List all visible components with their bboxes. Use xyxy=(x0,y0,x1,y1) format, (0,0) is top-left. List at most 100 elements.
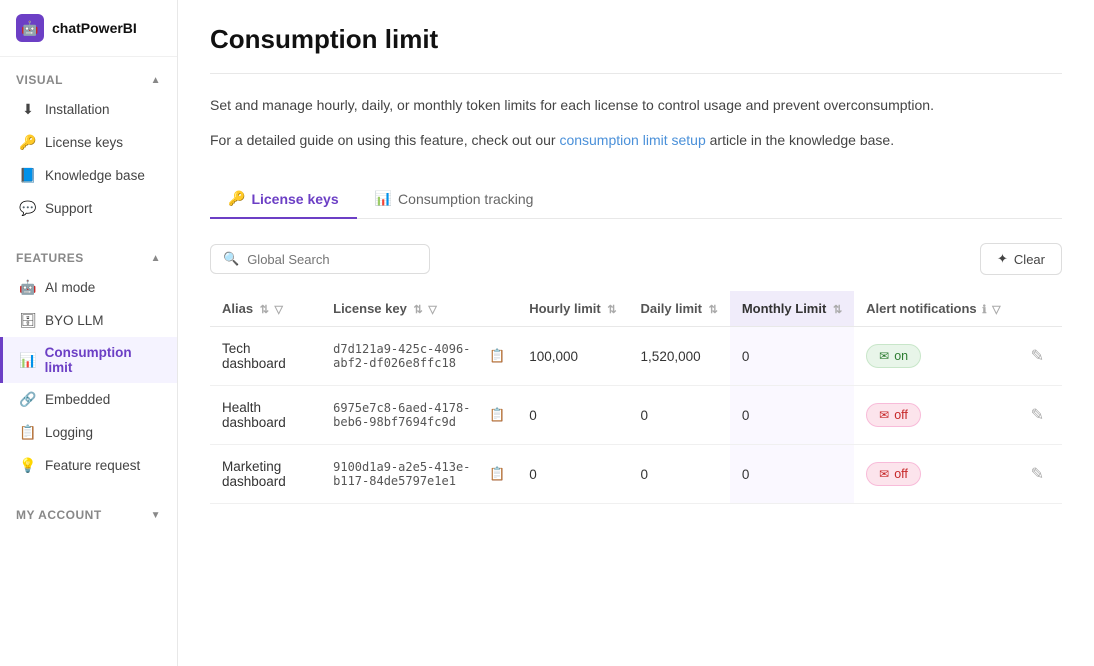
alias-cell: Health dashboard xyxy=(210,386,321,445)
my-account-section-label: My account xyxy=(16,508,102,522)
knowledge-base-link[interactable]: consumption limit setup xyxy=(559,132,705,148)
alert-badge-off[interactable]: ✉ off xyxy=(866,403,921,427)
actions-cell: ✎ xyxy=(1013,327,1062,386)
my-account-section: My account ▼ xyxy=(0,492,177,538)
visual-section-label: Visual xyxy=(16,73,63,87)
license-key-sort-icon[interactable]: ⇅ xyxy=(413,304,422,316)
sidebar-item-label: Support xyxy=(45,201,92,216)
alert-status-label: off xyxy=(894,467,908,481)
actions-column-header xyxy=(1013,291,1062,327)
features-section: Features ▲ 🤖 AI mode 🗄 BYO LLM 📊 Consump… xyxy=(0,235,177,492)
copy-icon[interactable]: 📋 xyxy=(489,467,505,482)
monthly-limit-column-header: Monthly Limit ⇅ xyxy=(730,291,854,327)
features-section-label: Features xyxy=(16,251,84,265)
table-row: Health dashboard 6975e7c8-6aed-4178-beb6… xyxy=(210,386,1062,445)
sidebar-item-embedded[interactable]: 🔗 Embedded xyxy=(0,383,177,416)
email-icon: ✉ xyxy=(879,349,889,363)
alias-filter-icon[interactable]: ▽ xyxy=(275,304,283,316)
clear-label: Clear xyxy=(1014,252,1045,267)
app-name: chatPowerBI xyxy=(52,20,137,36)
byo-llm-icon: 🗄 xyxy=(19,312,37,329)
sidebar-item-label: Installation xyxy=(45,102,110,117)
actions-cell: ✎ xyxy=(1013,445,1062,504)
sidebar-item-byo-llm[interactable]: 🗄 BYO LLM xyxy=(0,304,177,337)
sidebar: 🤖 chatPowerBI Visual ▲ ⬇ Installation 🔑 … xyxy=(0,0,178,666)
license-key-value: d7d121a9-425c-4096-abf2-df026e8ffc18 xyxy=(333,342,484,370)
license-key-value: 6975e7c8-6aed-4178-beb6-98bf7694fc9d xyxy=(333,401,484,429)
tab-license-keys-label: License keys xyxy=(251,191,338,207)
daily-limit-column-header: Daily limit ⇅ xyxy=(629,291,730,327)
alert-notifications-column-label: Alert notifications xyxy=(866,301,977,316)
logging-icon: 📋 xyxy=(19,424,37,441)
copy-icon[interactable]: 📋 xyxy=(489,408,505,423)
sidebar-item-label: Consumption limit xyxy=(45,345,161,375)
clear-button[interactable]: ✦ Clear xyxy=(980,243,1062,275)
email-icon: ✉ xyxy=(879,408,889,422)
knowledge-base-icon: 📘 xyxy=(19,167,37,184)
sidebar-item-label: License keys xyxy=(45,135,123,150)
sidebar-item-consumption-limit[interactable]: 📊 Consumption limit xyxy=(0,337,177,383)
alert-badge-on[interactable]: ✉ on xyxy=(866,344,921,368)
copy-icon[interactable]: 📋 xyxy=(489,349,505,364)
sidebar-item-support[interactable]: 💬 Support xyxy=(0,192,177,225)
sidebar-item-label: AI mode xyxy=(45,280,95,295)
daily-limit-sort-icon[interactable]: ⇅ xyxy=(709,304,718,316)
alias-column-header: Alias ⇅ ▽ xyxy=(210,291,321,327)
alert-badge-off[interactable]: ✉ off xyxy=(866,462,921,486)
features-section-header[interactable]: Features ▲ xyxy=(0,245,177,271)
sidebar-item-ai-mode[interactable]: 🤖 AI mode xyxy=(0,271,177,304)
license-key-column-header: License key ⇅ ▽ xyxy=(321,291,517,327)
alias-sort-icon[interactable]: ⇅ xyxy=(260,304,269,316)
edit-icon[interactable]: ✎ xyxy=(1025,346,1050,367)
alias-cell: Tech dashboard xyxy=(210,327,321,386)
app-logo: 🤖 chatPowerBI xyxy=(0,0,177,57)
visual-section-header[interactable]: Visual ▲ xyxy=(0,67,177,93)
daily-limit-cell: 0 xyxy=(629,445,730,504)
alert-status-cell: ✉ off xyxy=(854,386,1012,445)
hourly-limit-cell: 100,000 xyxy=(517,327,628,386)
hourly-limit-sort-icon[interactable]: ⇅ xyxy=(607,304,616,316)
sidebar-item-feature-request[interactable]: 💡 Feature request xyxy=(0,449,177,482)
clear-icon: ✦ xyxy=(997,251,1008,267)
my-account-section-header[interactable]: My account ▼ xyxy=(0,502,177,528)
tab-consumption-tracking[interactable]: 📊 Consumption tracking xyxy=(357,180,552,219)
alias-column-label: Alias xyxy=(222,301,253,316)
monthly-limit-sort-icon[interactable]: ⇅ xyxy=(833,304,842,316)
hourly-limit-column-header: Hourly limit ⇅ xyxy=(517,291,628,327)
tab-consumption-tracking-label: Consumption tracking xyxy=(398,191,533,207)
edit-icon[interactable]: ✎ xyxy=(1025,405,1050,426)
daily-limit-column-label: Daily limit xyxy=(641,301,702,316)
search-icon: 🔍 xyxy=(223,251,239,267)
alert-notifications-column-header: Alert notifications ℹ ▽ xyxy=(854,291,1012,327)
monthly-limit-column-label: Monthly Limit xyxy=(742,301,827,316)
search-box[interactable]: 🔍 xyxy=(210,244,430,274)
sidebar-item-label: Logging xyxy=(45,425,93,440)
sidebar-item-label: Knowledge base xyxy=(45,168,145,183)
alert-filter-icon[interactable]: ▽ xyxy=(992,304,1000,316)
license-key-cell: 9100d1a9-a2e5-413e-b117-84de5797e1e1 📋 xyxy=(321,445,517,504)
alert-status-label: on xyxy=(894,349,908,363)
sidebar-item-knowledge-base[interactable]: 📘 Knowledge base xyxy=(0,159,177,192)
sidebar-item-license-keys[interactable]: 🔑 License keys xyxy=(0,126,177,159)
alert-status-label: off xyxy=(894,408,908,422)
daily-limit-cell: 0 xyxy=(629,386,730,445)
tab-license-keys[interactable]: 🔑 License keys xyxy=(210,180,357,219)
license-key-filter-icon[interactable]: ▽ xyxy=(428,304,436,316)
email-icon: ✉ xyxy=(879,467,889,481)
consumption-tracking-tab-icon: 📊 xyxy=(375,190,392,207)
description-prefix: For a detailed guide on using this featu… xyxy=(210,132,559,148)
actions-cell: ✎ xyxy=(1013,386,1062,445)
page-description-1: Set and manage hourly, daily, or monthly… xyxy=(210,94,1062,117)
sidebar-item-label: Feature request xyxy=(45,458,140,473)
search-input[interactable] xyxy=(247,252,417,267)
description-suffix: article in the knowledge base. xyxy=(706,132,894,148)
sidebar-item-installation[interactable]: ⬇ Installation xyxy=(0,93,177,126)
sidebar-item-logging[interactable]: 📋 Logging xyxy=(0,416,177,449)
hourly-limit-column-label: Hourly limit xyxy=(529,301,601,316)
license-key-value: 9100d1a9-a2e5-413e-b117-84de5797e1e1 xyxy=(333,460,484,488)
hourly-limit-cell: 0 xyxy=(517,386,628,445)
hourly-limit-cell: 0 xyxy=(517,445,628,504)
edit-icon[interactable]: ✎ xyxy=(1025,464,1050,485)
license-key-column-label: License key xyxy=(333,301,407,316)
features-chevron-icon: ▲ xyxy=(151,253,161,264)
